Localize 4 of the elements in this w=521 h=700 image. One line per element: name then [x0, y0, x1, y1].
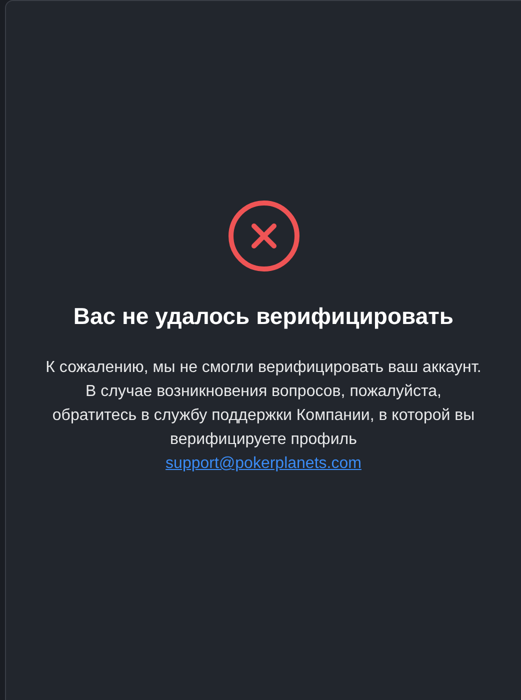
support-email-link[interactable]: support@pokerplanets.com	[166, 452, 362, 476]
error-message: К сожалению, мы не смогли верифицировать ваш аккаунт. В случае возникновения вопросов, пожалуйста, обратитесь в службу поддержки Компании, в которой вы верифицируете профиль	[44, 358, 482, 450]
error-title: Вас не удалось верифицировать	[73, 303, 454, 330]
error-icon	[226, 199, 300, 273]
